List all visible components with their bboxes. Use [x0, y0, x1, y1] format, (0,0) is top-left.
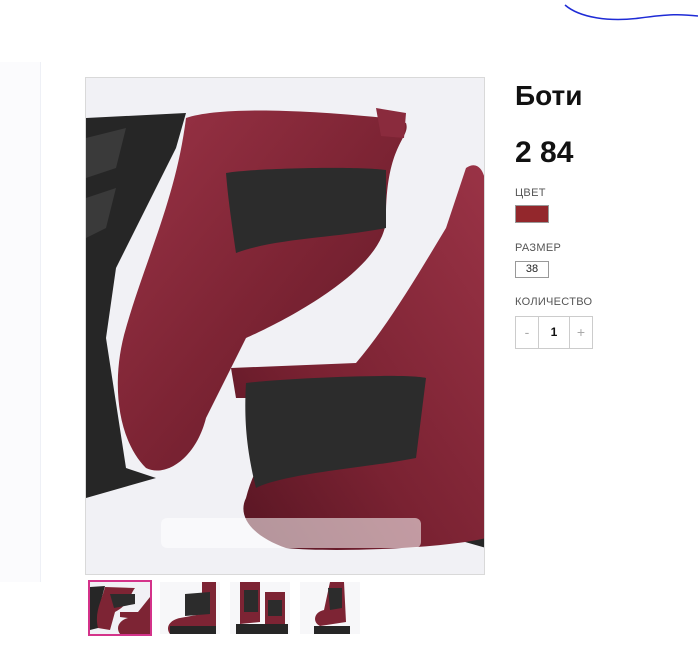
main-product-image[interactable]: [85, 77, 485, 575]
thumbnail-4[interactable]: [298, 580, 362, 636]
product-price: 2 84: [515, 136, 574, 169]
size-option[interactable]: 38: [515, 261, 549, 278]
quantity-increase-button[interactable]: +: [570, 317, 592, 348]
size-label: РАЗМЕР: [515, 242, 562, 254]
quantity-input[interactable]: 1: [538, 317, 570, 348]
thumbnail-strip: [88, 580, 362, 636]
color-label: ЦВЕТ: [515, 187, 546, 199]
color-swatch[interactable]: [515, 205, 549, 223]
quantity-stepper: - 1 +: [515, 316, 593, 349]
decorative-blue-stroke: [564, 4, 698, 21]
quantity-decrease-button[interactable]: -: [516, 317, 538, 348]
product-title: Боти: [515, 80, 583, 111]
thumbnail-1[interactable]: [88, 580, 152, 636]
thumbnail-2[interactable]: [158, 580, 222, 636]
product-title-container: Боти: [515, 78, 585, 114]
quantity-label: КОЛИЧЕСТВО: [515, 296, 593, 308]
background-sheet: [0, 62, 41, 582]
thumbnail-3[interactable]: [228, 580, 292, 636]
